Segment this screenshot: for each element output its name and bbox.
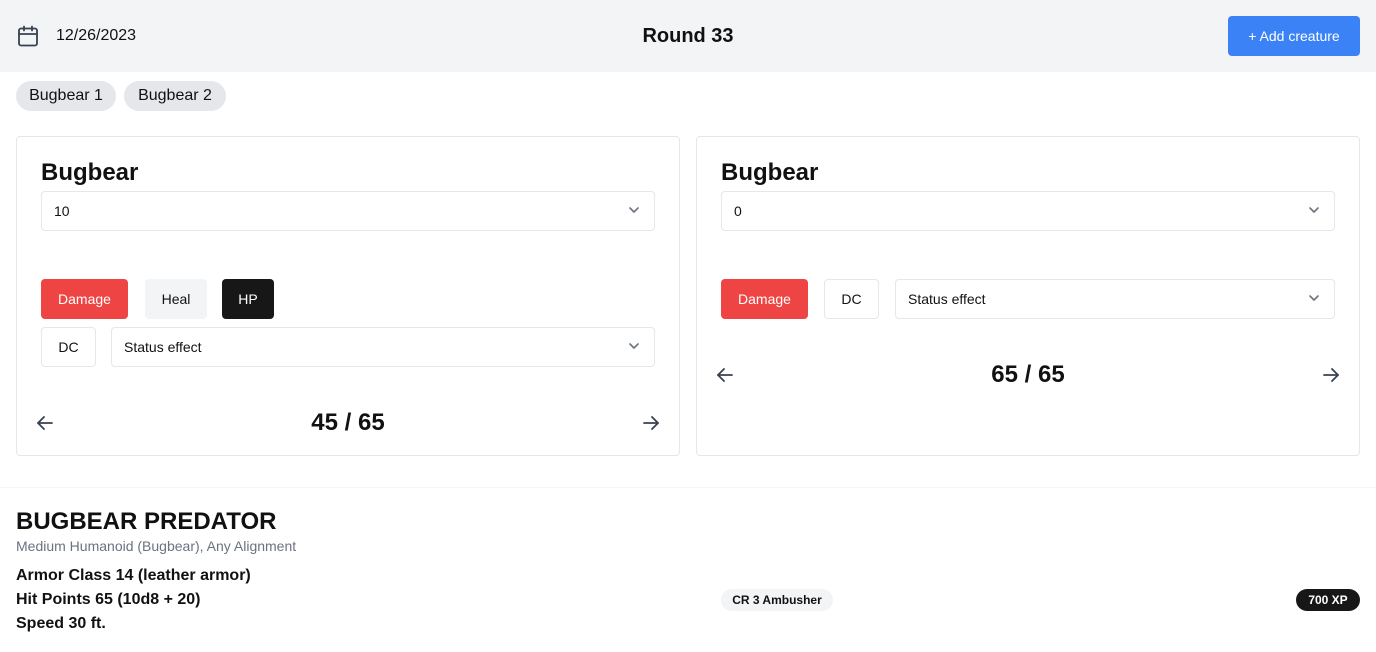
amount-select[interactable]: 10	[41, 191, 655, 231]
round-title: Round 33	[642, 25, 734, 47]
arrow-left-icon[interactable]	[35, 413, 55, 433]
chevron-down-icon	[1309, 295, 1319, 301]
top-bar: 12/26/2023 Round 33 + Add creature	[0, 0, 1376, 72]
heal-button[interactable]: Heal	[145, 279, 207, 319]
hp-display: 45 / 65	[311, 409, 385, 436]
speed: Speed 30 ft.	[16, 615, 106, 632]
status-effect-placeholder: Status effect	[124, 339, 202, 355]
add-creature-button[interactable]: + Add creature	[1228, 16, 1360, 56]
statblock-name: BUGBEAR PREDATOR	[16, 508, 277, 535]
arrow-right-icon[interactable]	[641, 413, 661, 433]
hp-button[interactable]: HP	[222, 279, 274, 319]
date-display: 12/26/2023	[56, 27, 137, 44]
creature-name: Bugbear	[41, 159, 139, 186]
damage-button[interactable]: Damage	[721, 279, 808, 319]
tab-bugbear-1[interactable]: Bugbear 1	[16, 81, 116, 111]
creature-name: Bugbear	[721, 159, 819, 186]
chevron-down-icon	[629, 343, 639, 349]
creature-card-1: Bugbear 10 Damage Heal HP DC Status effe…	[16, 136, 680, 456]
arrow-left-icon[interactable]	[715, 365, 735, 385]
status-effect-select[interactable]: Status effect	[111, 327, 655, 367]
xp-badge: 700 XP	[1296, 589, 1360, 611]
statblock-subtitle: Medium Humanoid (Bugbear), Any Alignment	[16, 538, 297, 554]
arrow-right-icon[interactable]	[1321, 365, 1341, 385]
tab-bugbear-2[interactable]: Bugbear 2	[124, 81, 226, 111]
cr-badge: CR 3 Ambusher	[721, 589, 833, 611]
calendar-icon[interactable]	[16, 24, 40, 48]
hit-points: Hit Points 65 (10d8 + 20)	[16, 591, 201, 608]
armor-class: Armor Class 14 (leather armor)	[16, 567, 251, 584]
dc-button[interactable]: DC	[824, 279, 879, 319]
status-effect-select[interactable]: Status effect	[895, 279, 1335, 319]
chevron-down-icon	[629, 207, 639, 213]
amount-value: 10	[54, 203, 70, 219]
damage-button[interactable]: Damage	[41, 279, 128, 319]
amount-select[interactable]: 0	[721, 191, 1335, 231]
section-divider	[0, 487, 1376, 488]
amount-value: 0	[734, 203, 742, 219]
hp-display: 65 / 65	[991, 361, 1065, 388]
chevron-down-icon	[1309, 207, 1319, 213]
status-effect-placeholder: Status effect	[908, 291, 986, 307]
dc-button[interactable]: DC	[41, 327, 96, 367]
creature-card-2: Bugbear 0 Damage DC Status effect 65 / 6…	[696, 136, 1360, 456]
